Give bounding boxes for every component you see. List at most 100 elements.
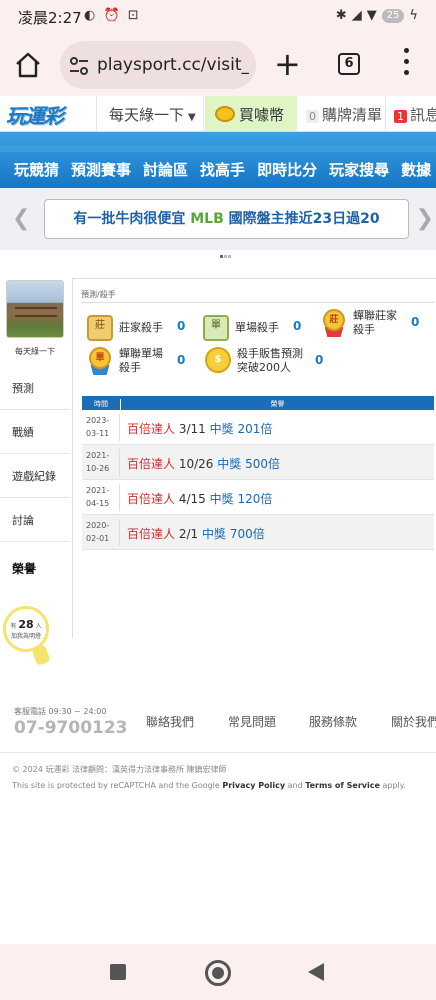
address-bar[interactable]: playsport.cc/visit_m <box>60 41 256 89</box>
wifi-icon: ▼ <box>366 8 377 23</box>
signal-icon: ◢ <box>351 8 362 23</box>
medal-icon: 單 <box>87 347 113 375</box>
badge-label-line1: 殺手販售預測 <box>237 347 303 360</box>
privacy-link[interactable]: Privacy Policy <box>222 781 285 790</box>
profile-sidebar: 每天綠一下 預測 戰績 遊戲紀錄 討論 榮譽 有 28 人 加我為明燈 <box>0 276 72 666</box>
menu-item-data[interactable]: 數據 <box>401 161 431 179</box>
avatar[interactable] <box>6 280 64 338</box>
badge-count: 0 <box>315 353 324 367</box>
url-text[interactable]: playsport.cc/visit_m <box>97 55 249 75</box>
sidebar-item-predict[interactable]: 預測 <box>0 366 70 410</box>
badge-label: 殺手販售預測 突破200人 <box>237 347 303 375</box>
table-row: 2021- 10-26 百倍達人 10/26 中獎 500倍 <box>82 445 434 480</box>
site-header: 玩運彩 每天綠一下 ▼ 買噱幣 0 購牌清單 1 訊息 <box>0 96 436 132</box>
menu-item-predict[interactable]: 預測賽事 <box>71 161 131 179</box>
followers-pre: 有 <box>10 623 17 630</box>
site-logo[interactable]: 玩運彩 <box>6 100 64 129</box>
row-honor: 百倍達人 10/26 中獎 500倍 <box>127 457 281 471</box>
user-dropdown[interactable]: 每天綠一下 ▼ <box>96 96 204 131</box>
badge-count: 0 <box>177 319 186 333</box>
row-date: 2021- 04-15 <box>82 484 120 511</box>
badge-streak-banker-killer: 莊 蟬聯莊家 殺手 0 <box>321 309 431 341</box>
main-menu: 玩競猜 預測賽事 討論區 找高手 即時比分 玩家搜尋 數據 <box>0 132 436 188</box>
badge-seller-200: $ 殺手販售預測 突破200人 0 <box>205 347 335 379</box>
cart-count-badge: 0 <box>306 110 319 123</box>
cart-link[interactable]: 0 購牌清單 <box>298 96 386 131</box>
service-phone[interactable]: 07-9700123 <box>14 718 128 738</box>
messages-link[interactable]: 1 訊息 <box>392 96 436 131</box>
honor-panel: 預測/殺手 莊 莊家殺手 0 單 單場殺手 0 莊 蟬聯莊家 殺手 0 單 蟬聯單… <box>72 278 436 638</box>
bulb-icon <box>31 644 51 666</box>
copyright-text: © 2024 玩運彩 法律顧問：漢英得力法律事務所 陳鎮宏律師 <box>12 765 227 774</box>
promo-text-mlb: MLB <box>190 211 224 227</box>
badge-label: 莊家殺手 <box>119 321 163 334</box>
menu-item-guess[interactable]: 玩競猜 <box>14 161 59 179</box>
table-row: 2020- 02-01 百倍達人 2/1 中獎 700倍 <box>82 515 434 550</box>
menu-item-player-search[interactable]: 玩家搜尋 <box>329 161 389 179</box>
row-honor: 百倍達人 2/1 中獎 700倍 <box>127 527 265 541</box>
row-honor: 百倍達人 3/11 中獎 201倍 <box>127 422 273 436</box>
messages-label: 訊息 <box>410 106 436 124</box>
row-date: 2020- 02-01 <box>82 519 120 546</box>
medal-label: 莊 <box>323 309 345 331</box>
row-honor: 百倍達人 4/15 中獎 120倍 <box>127 492 273 506</box>
status-bar: 凌晨2:27 ◐ ⏰ ⊡ ✱ ◢ ▼ 25 ϟ <box>0 0 436 34</box>
col-time: 時間 <box>94 400 108 408</box>
status-icons: ◐ ⏰ ⊡ <box>84 8 141 23</box>
badge-streak-single-killer: 單 蟬聯單場 殺手 0 <box>87 347 197 379</box>
browser-toolbar: playsport.cc/visit_m + 6 <box>0 34 436 96</box>
menu-item-experts[interactable]: 找高手 <box>200 161 245 179</box>
tab-switcher-button[interactable]: 6 <box>338 53 360 75</box>
badge-label-line2: 殺手 <box>353 323 375 336</box>
sidebar-item-discuss[interactable]: 討論 <box>0 498 70 542</box>
footer-link-contact[interactable]: 聯絡我們 <box>146 713 194 730</box>
badge-label: 單場殺手 <box>235 321 279 334</box>
charging-icon: ϟ <box>409 8 418 23</box>
footer-link-about[interactable]: 關於我們 <box>391 713 436 730</box>
breadcrumb: 預測/殺手 <box>81 289 435 303</box>
banker-badge-icon: 莊 <box>87 315 113 341</box>
recents-icon[interactable] <box>110 964 126 980</box>
status-right-icons: ✱ ◢ ▼ 25 ϟ <box>336 8 418 23</box>
medal-icon: 莊 <box>321 309 347 337</box>
message-count-badge: 1 <box>394 110 407 123</box>
chevron-left-icon[interactable]: ❮ <box>12 206 30 231</box>
buy-coin-button[interactable]: 買噱幣 <box>205 96 297 131</box>
sidebar-item-game-log[interactable]: 遊戲紀錄 <box>0 454 70 498</box>
footer-link-terms[interactable]: 服務條款 <box>309 713 357 730</box>
terms-link[interactable]: Terms of Service <box>305 781 380 790</box>
home-circle-icon[interactable] <box>205 960 231 986</box>
badge-label-line2: 殺手 <box>119 361 141 374</box>
badge-label-line1: 蟬聯單場 <box>119 347 163 360</box>
caret-down-icon: ▼ <box>188 112 196 123</box>
new-tab-button[interactable]: + <box>274 48 301 80</box>
bluetooth-icon: ✱ <box>335 8 347 23</box>
home-icon[interactable] <box>14 51 42 79</box>
back-icon[interactable] <box>308 963 324 981</box>
user-dropdown-label: 每天綠一下 <box>109 106 185 124</box>
sidebar-item-honor[interactable]: 榮譽 <box>0 552 72 594</box>
table-row: 2021- 04-15 百倍達人 4/15 中獎 120倍 <box>82 480 434 515</box>
honor-table-header: 時間 榮譽 <box>82 396 434 410</box>
single-badge-icon: 單 <box>203 315 229 341</box>
site-settings-icon[interactable] <box>68 55 90 77</box>
table-row: 2023- 03-11 百倍達人 3/11 中獎 201倍 <box>82 410 434 445</box>
promo-text-start: 有一批牛肉很便宜 <box>73 211 191 227</box>
chevron-right-icon[interactable]: ❯ <box>416 206 434 231</box>
followers-label: 加我為明燈 <box>10 633 41 640</box>
sidebar-item-record[interactable]: 戰績 <box>0 410 70 454</box>
badge-label: 蟬聯莊家 殺手 <box>353 309 397 337</box>
browser-menu-icon[interactable] <box>400 48 414 78</box>
followers-count: 28 <box>18 618 34 631</box>
menu-item-forum[interactable]: 討論區 <box>143 161 188 179</box>
promo-link[interactable]: 有一批牛肉很便宜 MLB 國際盤主推近23日過20 <box>44 199 409 239</box>
badge-count: 0 <box>293 319 302 333</box>
footer-link-faq[interactable]: 常見問題 <box>228 713 276 730</box>
carousel-dots <box>220 243 234 258</box>
badge-label: 蟬聯單場 殺手 <box>119 347 163 375</box>
row-date: 2021- 10-26 <box>82 449 120 476</box>
menu-item-livescore[interactable]: 即時比分 <box>257 161 317 179</box>
promo-banner: ❮ 有一批牛肉很便宜 MLB 國際盤主推近23日過20 ❯ <box>0 188 436 258</box>
system-nav-bar <box>0 944 436 1000</box>
badge-label-line1: 蟬聯莊家 <box>353 309 397 322</box>
